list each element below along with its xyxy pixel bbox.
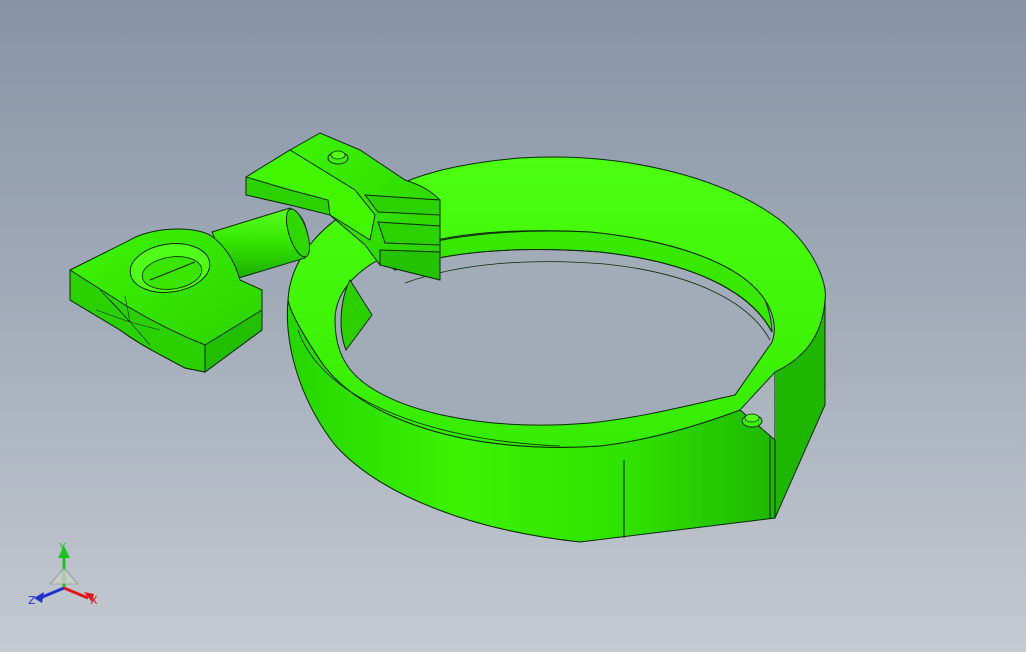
triad-z-label: Z — [28, 594, 36, 607]
graphics-viewport[interactable]: Y X Z — [0, 0, 1026, 652]
axis-triad[interactable]: Y X Z — [22, 536, 112, 616]
triad-x-label: X — [90, 594, 98, 607]
triad-y-label: Y — [58, 541, 66, 554]
clamp-model[interactable] — [0, 0, 1026, 652]
